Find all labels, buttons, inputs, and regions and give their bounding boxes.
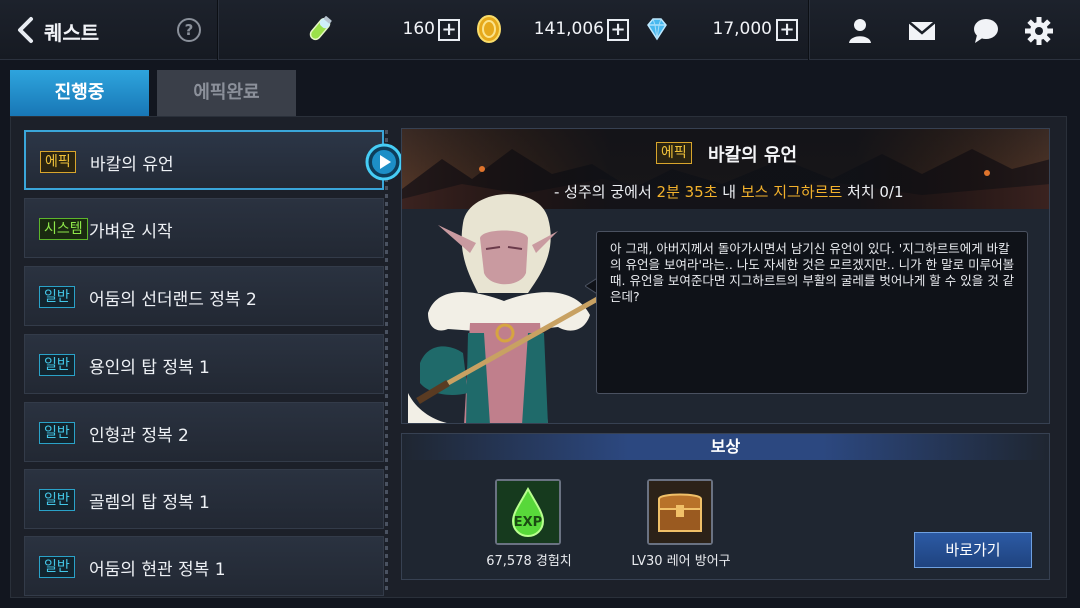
stamina-potion-icon bbox=[309, 16, 332, 41]
gold-coin-icon bbox=[477, 15, 501, 43]
mail-icon[interactable] bbox=[907, 16, 937, 46]
reward-label: 67,578 경험치 bbox=[486, 554, 572, 569]
add-stamina-button[interactable]: + bbox=[438, 19, 460, 41]
help-icon[interactable]: ? bbox=[177, 18, 201, 42]
quest-list-item[interactable]: 시스템 가벼운 시작 bbox=[24, 198, 384, 258]
objective-text: 내 bbox=[717, 183, 741, 201]
divider bbox=[808, 0, 810, 60]
page-title: 퀘스트 bbox=[44, 21, 100, 45]
diamond-gem-icon bbox=[647, 18, 667, 41]
svg-text:EXP: EXP bbox=[514, 515, 542, 530]
objective-progress: 처치 0/1 bbox=[842, 183, 904, 201]
reward-slot[interactable] bbox=[647, 479, 713, 545]
quest-detail-panel: 에픽 바칼의 유언 - 성주의 궁에서 2분 35초 내 보스 지그하르트 처치… bbox=[401, 128, 1050, 424]
elf-npc-portrait bbox=[408, 194, 608, 423]
quest-name: 바칼의 유언 bbox=[90, 155, 174, 175]
quest-list-item[interactable]: 에픽 바칼의 유언 bbox=[24, 130, 384, 190]
quest-name: 어둠의 선더랜드 정복 2 bbox=[89, 290, 257, 310]
objective-time: 2분 35초 bbox=[656, 183, 718, 201]
quest-name: 가벼운 시작 bbox=[89, 222, 173, 242]
chat-icon[interactable] bbox=[971, 16, 1001, 46]
quest-tag-epic: 에픽 bbox=[40, 151, 76, 173]
settings-gear-icon[interactable] bbox=[1024, 16, 1054, 46]
quest-name: 어둠의 현관 정복 1 bbox=[89, 560, 226, 580]
reward-panel: 보상 EXP 67,578 경험치 LV30 레어 방어구 바로가기 bbox=[401, 433, 1050, 580]
quest-tag-normal: 일반 bbox=[39, 354, 75, 376]
add-diamond-button[interactable]: + bbox=[776, 19, 798, 41]
back-arrow-icon[interactable] bbox=[12, 14, 42, 46]
friend-icon[interactable] bbox=[845, 16, 875, 46]
quest-tag-normal: 일반 bbox=[39, 422, 75, 444]
exp-drop-icon: EXP bbox=[497, 481, 559, 543]
top-bar: 퀘스트 ? 160 + 141,006 + 17,000 + bbox=[0, 0, 1080, 60]
add-gold-button[interactable]: + bbox=[607, 19, 629, 41]
quest-tag-epic: 에픽 bbox=[656, 142, 692, 164]
gold-value: 141,006 bbox=[533, 19, 604, 39]
treasure-chest-icon bbox=[649, 481, 711, 543]
quest-tag-normal: 일반 bbox=[39, 556, 75, 578]
quest-title: 바칼의 유언 bbox=[708, 145, 798, 166]
quest-name: 인형관 정복 2 bbox=[89, 426, 189, 446]
reward-slot[interactable]: EXP bbox=[495, 479, 561, 545]
quest-name: 골렘의 탑 정복 1 bbox=[89, 493, 210, 513]
diamond-value: 17,000 bbox=[712, 19, 772, 39]
reward-header: 보상 bbox=[402, 434, 1049, 460]
quest-list-item[interactable]: 일반 어둠의 현관 정복 1 bbox=[24, 536, 384, 596]
quest-list-item[interactable]: 일반 골렘의 탑 정복 1 bbox=[24, 469, 384, 529]
quest-tag-system: 시스템 bbox=[39, 218, 88, 240]
play-arrow-icon[interactable] bbox=[365, 143, 403, 181]
stamina-value: 160 bbox=[402, 19, 435, 39]
quest-list-item[interactable]: 일반 인형관 정복 2 bbox=[24, 402, 384, 462]
npc-dialog: 아 그래, 아버지께서 돌아가시면서 남기신 유언이 있다. '지그하르트에게 … bbox=[596, 231, 1028, 394]
tab-in-progress[interactable]: 진행중 bbox=[10, 70, 149, 116]
list-scrollbar[interactable] bbox=[385, 130, 388, 590]
tab-epic-completed[interactable]: 에픽완료 bbox=[157, 70, 296, 116]
divider bbox=[217, 0, 219, 60]
quest-name: 용인의 탑 정복 1 bbox=[89, 358, 210, 378]
quest-tag-normal: 일반 bbox=[39, 286, 75, 308]
goto-button[interactable]: 바로가기 bbox=[914, 532, 1032, 568]
quest-list-item[interactable]: 일반 용인의 탑 정복 1 bbox=[24, 334, 384, 394]
objective-target: 보스 지그하르트 bbox=[740, 183, 843, 201]
quest-list-item[interactable]: 일반 어둠의 선더랜드 정복 2 bbox=[24, 266, 384, 326]
reward-label: LV30 레어 방어구 bbox=[631, 554, 731, 569]
quest-tag-normal: 일반 bbox=[39, 489, 75, 511]
